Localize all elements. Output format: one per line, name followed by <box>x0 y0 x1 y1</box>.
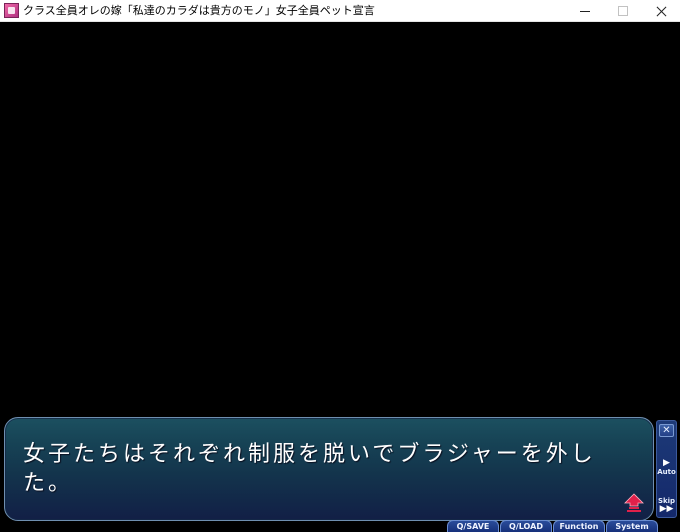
skip-button[interactable]: Skip ▶▶ <box>657 497 676 519</box>
game-window: クラス全員オレの嫁「私達のカラダは貴方のモノ」女子全員ペット宣言 女子たちはそれ… <box>0 0 680 532</box>
bottom-menu: Q/SAVE Q/LOAD Function System <box>447 520 658 532</box>
side-control-panel: ✕ ▶ Auto Skip ▶▶ <box>656 420 677 518</box>
system-button[interactable]: System <box>606 520 658 532</box>
maximize-icon <box>618 6 628 16</box>
message-window[interactable]: 女子たちはそれぞれ制服を脱いでブラジャーを外した。 <box>4 417 654 521</box>
quick-load-button[interactable]: Q/LOAD <box>500 520 552 532</box>
title-bar: クラス全員オレの嫁「私達のカラダは貴方のモノ」女子全員ペット宣言 <box>0 0 680 22</box>
minimize-icon <box>580 10 590 12</box>
app-icon[interactable] <box>4 3 19 18</box>
fast-forward-icon: ▶▶ <box>659 504 674 514</box>
auto-label: Auto <box>657 468 676 476</box>
hide-window-button[interactable]: ✕ <box>659 424 674 437</box>
close-icon <box>656 6 667 17</box>
close-button[interactable] <box>642 0 680 22</box>
auto-button[interactable]: ▶ Auto <box>657 459 676 481</box>
message-text: 女子たちはそれぞれ制服を脱いでブラジャーを外した。 <box>23 442 596 496</box>
window-title: クラス全員オレの嫁「私達のカラダは貴方のモノ」女子全員ペット宣言 <box>23 4 375 17</box>
play-icon: ▶ <box>663 458 670 468</box>
next-page-arrow-icon[interactable] <box>623 492 645 514</box>
quick-save-button[interactable]: Q/SAVE <box>447 520 499 532</box>
close-icon: ✕ <box>662 425 671 436</box>
minimize-button[interactable] <box>566 0 604 22</box>
function-button[interactable]: Function <box>553 520 605 532</box>
maximize-button <box>604 0 642 22</box>
